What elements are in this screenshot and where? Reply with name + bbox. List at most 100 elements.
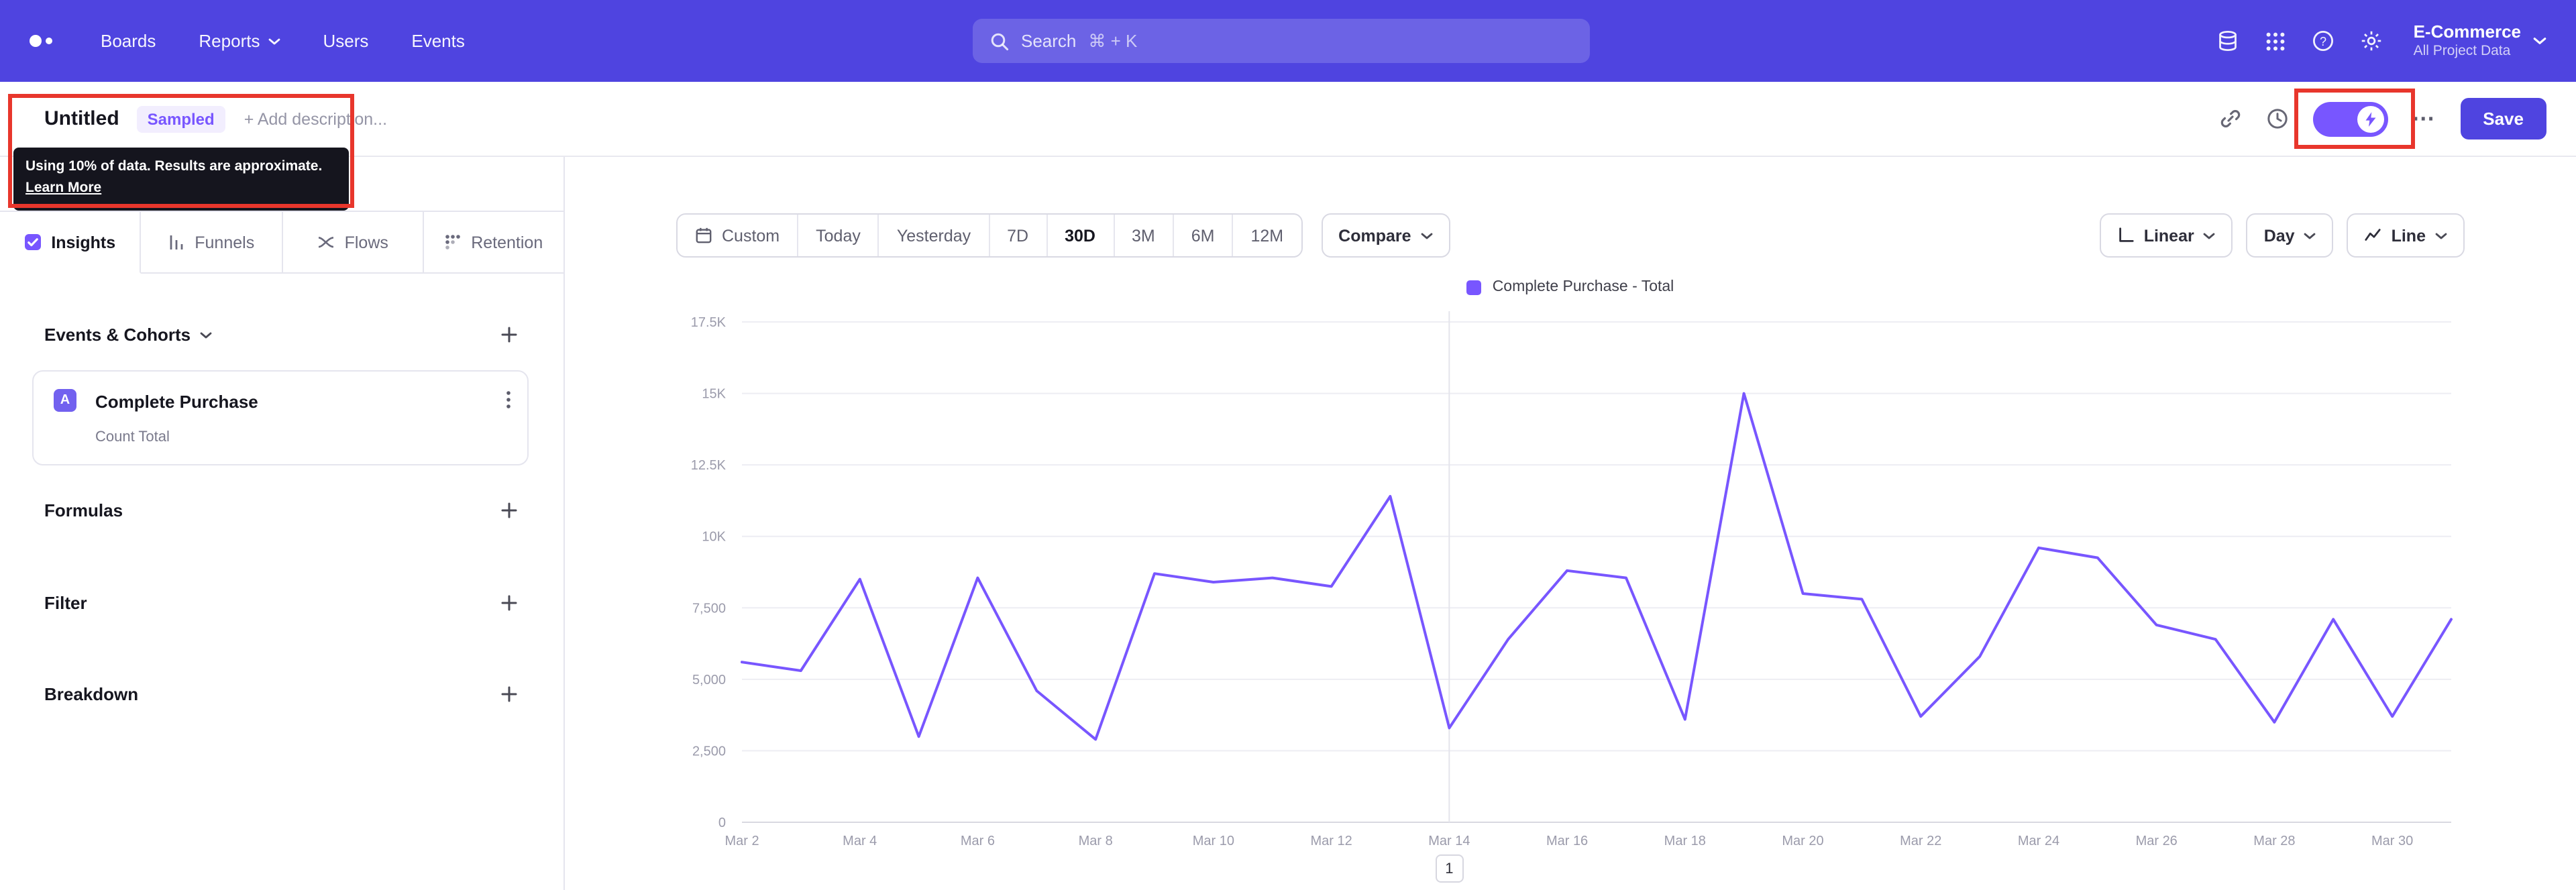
primary-nav: Boards Reports Users Events	[101, 31, 465, 51]
line-chart[interactable]: 17.5K 15K 12.5K 10K 7,500 5,000 2,500 0 Mar 2 Mar…	[565, 157, 2576, 890]
sampling-tooltip-message: Using 10% of data. Results are approxima…	[25, 158, 323, 174]
breakdown-label: Breakdown	[44, 684, 139, 704]
tab-retention-label: Retention	[471, 233, 543, 252]
svg-text:Mar 20: Mar 20	[1782, 834, 1823, 848]
apps-grid-icon[interactable]	[2265, 30, 2286, 52]
top-nav-right: ? E-Commerce All Project Data	[2216, 21, 2546, 60]
sampling-tooltip: Using 10% of data. Results are approxima…	[13, 148, 349, 210]
event-card[interactable]: A Complete Purchase Count Total	[32, 370, 529, 465]
nav-users[interactable]: Users	[323, 31, 368, 51]
tab-insights[interactable]: Insights	[0, 212, 142, 274]
chevron-down-icon	[200, 331, 212, 338]
chevron-down-icon	[268, 38, 280, 44]
tab-retention[interactable]: Retention	[423, 212, 564, 274]
svg-text:Mar 2: Mar 2	[724, 834, 759, 848]
events-cohorts-header: Events & Cohorts	[44, 325, 518, 345]
report-header-actions: ⋯ Save	[2218, 98, 2546, 140]
settings-gear-icon[interactable]	[2360, 30, 2383, 52]
sampling-toggle-knob	[2357, 105, 2384, 132]
formulas-section: Formulas	[44, 500, 518, 520]
svg-text:7,500: 7,500	[692, 601, 726, 616]
save-button[interactable]: Save	[2460, 98, 2546, 140]
nav-boards-label: Boards	[101, 31, 156, 51]
nav-events[interactable]: Events	[411, 31, 465, 51]
add-formula-button[interactable]	[500, 502, 518, 519]
copy-link-icon[interactable]	[2218, 107, 2241, 130]
add-breakdown-button[interactable]	[500, 685, 518, 703]
svg-text:2,500: 2,500	[692, 744, 726, 759]
plus-icon	[501, 327, 517, 343]
svg-text:?: ?	[2320, 35, 2326, 48]
lightning-bolt-icon	[2365, 111, 2375, 126]
tab-flows[interactable]: Flows	[282, 212, 424, 274]
event-series-badge: A	[54, 389, 76, 412]
chevron-down-icon	[2533, 38, 2546, 44]
svg-text:Mar 4: Mar 4	[843, 834, 877, 848]
nav-reports[interactable]: Reports	[199, 31, 280, 51]
tab-funnels-label: Funnels	[195, 233, 255, 252]
learn-more-link[interactable]: Learn More	[25, 180, 101, 196]
add-event-button[interactable]	[500, 326, 518, 343]
logo-dot-small	[46, 38, 52, 44]
insights-icon	[25, 234, 42, 250]
formulas-label: Formulas	[44, 500, 123, 520]
nav-events-label: Events	[411, 31, 465, 51]
search-placeholder: Search	[1021, 31, 1077, 51]
data-management-icon[interactable]	[2216, 30, 2239, 52]
help-icon[interactable]: ?	[2312, 30, 2334, 52]
sampled-badge[interactable]: Sampled	[136, 105, 225, 132]
mixpanel-logo[interactable]	[30, 35, 52, 47]
funnels-icon	[170, 235, 183, 249]
svg-text:5,000: 5,000	[692, 673, 726, 687]
plus-icon	[501, 686, 517, 702]
history-clock-icon[interactable]	[2265, 107, 2288, 130]
tab-flows-label: Flows	[344, 233, 388, 252]
svg-text:Mar 8: Mar 8	[1079, 834, 1113, 848]
more-options-button[interactable]: ⋯	[2412, 105, 2436, 132]
svg-text:Mar 24: Mar 24	[2018, 834, 2059, 848]
filter-section: Filter	[44, 593, 518, 613]
tab-insights-label: Insights	[51, 233, 116, 252]
svg-text:Mar 22: Mar 22	[1900, 834, 1941, 848]
sampling-toggle[interactable]	[2312, 101, 2388, 136]
nav-reports-label: Reports	[199, 31, 260, 51]
filter-label: Filter	[44, 593, 87, 613]
nav-boards[interactable]: Boards	[101, 31, 156, 51]
page-indicator[interactable]: 1	[1435, 854, 1464, 883]
project-scope: All Project Data	[2413, 43, 2511, 60]
svg-text:0: 0	[718, 816, 726, 830]
add-filter-button[interactable]	[500, 594, 518, 612]
event-options-button[interactable]	[506, 390, 511, 409]
project-switcher[interactable]: E-Commerce All Project Data	[2414, 21, 2546, 60]
svg-text:Mar 10: Mar 10	[1193, 834, 1234, 848]
search-input[interactable]: Search ⌘ + K	[973, 19, 1590, 63]
svg-text:10K: 10K	[702, 530, 726, 545]
event-name[interactable]: Complete Purchase	[95, 392, 258, 412]
svg-text:Mar 14: Mar 14	[1428, 834, 1470, 848]
events-cohorts-label: Events & Cohorts	[44, 325, 191, 345]
plus-icon	[501, 502, 517, 518]
flows-icon	[318, 237, 333, 248]
plus-icon	[501, 595, 517, 611]
svg-text:Mar 28: Mar 28	[2253, 834, 2295, 848]
svg-text:Mar 30: Mar 30	[2371, 834, 2413, 848]
breakdown-section: Breakdown	[44, 684, 518, 704]
report-title[interactable]: Untitled	[44, 107, 119, 130]
tab-funnels[interactable]: Funnels	[141, 212, 282, 274]
svg-text:15K: 15K	[702, 387, 726, 402]
chart-panel: Custom Today Yesterday 7D 30D 3M 6M 12M …	[565, 157, 2576, 890]
events-cohorts-toggle[interactable]: Events & Cohorts	[44, 325, 212, 345]
event-metric-selector[interactable]: Count Total	[95, 429, 170, 445]
logo-dot-large	[30, 35, 42, 47]
search-icon	[991, 32, 1009, 50]
query-builder-sidebar: Insights Funnels Flows Retention Events …	[0, 157, 565, 890]
add-description[interactable]: + Add description...	[244, 109, 387, 128]
nav-users-label: Users	[323, 31, 369, 51]
svg-text:Mar 12: Mar 12	[1310, 834, 1352, 848]
top-nav: Boards Reports Users Events Search ⌘ + K…	[0, 0, 2576, 82]
report-type-tabs: Insights Funnels Flows Retention	[0, 211, 564, 274]
svg-text:17.5K: 17.5K	[691, 315, 727, 330]
kebab-menu-icon	[506, 391, 511, 408]
mixpanel-insights-app: Boards Reports Users Events Search ⌘ + K…	[0, 0, 2576, 890]
svg-text:Mar 16: Mar 16	[1546, 834, 1588, 848]
